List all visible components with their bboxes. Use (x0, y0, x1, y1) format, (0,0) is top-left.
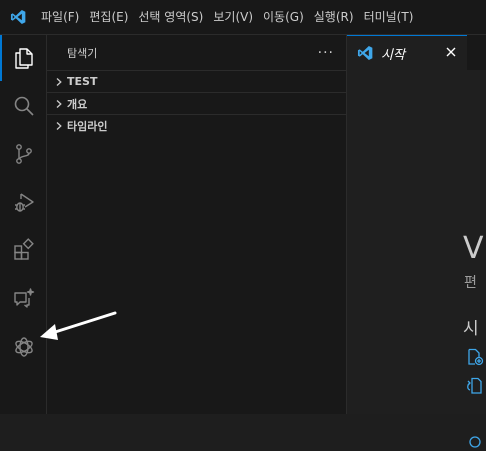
welcome-title: V (463, 231, 484, 266)
tab-label: 시작 (381, 47, 405, 63)
explorer-icon (14, 48, 33, 69)
menu-selection[interactable]: 선택 영역(S) (133, 6, 208, 28)
menu-go[interactable]: 이동(G) (258, 6, 309, 28)
vscode-logo-icon (0, 0, 36, 35)
search-icon (14, 96, 34, 116)
chevron-right-icon (51, 74, 67, 90)
menu-view[interactable]: 보기(V) (208, 6, 258, 28)
activity-chat[interactable] (0, 275, 47, 321)
open-file-icon[interactable] (466, 377, 484, 395)
activity-chatgpt[interactable] (0, 324, 47, 370)
menu-terminal[interactable]: 터미널(T) (359, 6, 419, 28)
menu-run[interactable]: 실행(R) (309, 6, 359, 28)
start-item-icon[interactable] (466, 433, 484, 451)
activity-search[interactable] (0, 83, 47, 129)
chevron-right-icon (51, 96, 67, 112)
activity-source-control[interactable] (0, 131, 47, 177)
activity-bar (0, 35, 47, 414)
source-control-icon (15, 144, 32, 164)
section-label: 개요 (67, 97, 88, 111)
editor-area: 시작 V 편 시 (347, 35, 486, 448)
menu-edit[interactable]: 편집(E) (84, 6, 133, 28)
sidebar-title: 탐색기 (67, 46, 98, 60)
activity-run-debug[interactable] (0, 179, 47, 225)
chevron-right-icon (51, 118, 67, 134)
menu-file[interactable]: 파일(F) (36, 6, 84, 28)
new-file-icon[interactable] (466, 348, 484, 366)
title-bar: 파일(F) 편집(E) 선택 영역(S) 보기(V) 이동(G) 실행(R) 터… (0, 0, 486, 35)
start-heading: 시 (463, 319, 479, 339)
tabs-bar: 시작 (347, 35, 486, 70)
run-debug-icon (14, 193, 34, 212)
menu-bar: 파일(F) 편집(E) 선택 영역(S) 보기(V) 이동(G) 실행(R) 터… (36, 0, 418, 35)
explorer-sidebar: 탐색기 ··· TEST 개요 타임라인 (47, 35, 347, 414)
section-test[interactable]: TEST (47, 70, 346, 92)
section-timeline[interactable]: 타임라인 (47, 114, 346, 136)
section-label: TEST (67, 75, 98, 88)
section-label: 타임라인 (67, 119, 108, 133)
tab-welcome[interactable]: 시작 (347, 35, 467, 70)
vscode-tab-icon (357, 45, 373, 61)
sidebar-header: 탐색기 ··· (47, 35, 346, 70)
activity-explorer[interactable] (0, 35, 47, 81)
chatgpt-extension-icon (14, 337, 33, 357)
activity-extensions[interactable] (0, 227, 47, 273)
more-actions-button[interactable]: ··· (318, 46, 334, 60)
extensions-icon (13, 238, 34, 260)
close-icon[interactable] (443, 44, 459, 60)
tabs-empty-area (467, 35, 486, 70)
welcome-subtitle: 편 (464, 275, 477, 291)
chat-icon (13, 288, 34, 308)
section-outline[interactable]: 개요 (47, 92, 346, 114)
